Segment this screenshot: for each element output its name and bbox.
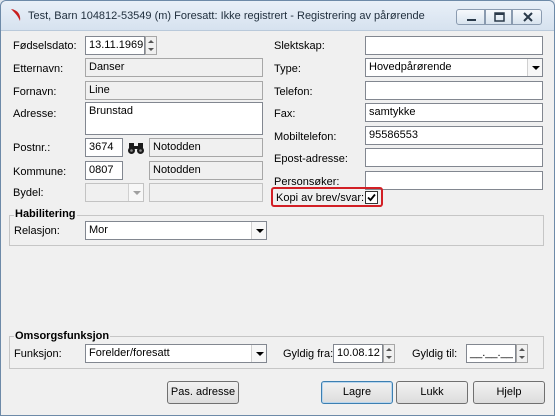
fax-field[interactable]: samtykke — [365, 103, 543, 122]
minimize-button[interactable] — [456, 9, 485, 25]
hjelp-button[interactable]: Hjelp — [473, 381, 545, 404]
omsorgsfunksjon-title: Omsorgsfunksjon — [14, 330, 111, 342]
relasjon-label: Relasjon: — [14, 225, 60, 237]
kommune-label: Kommune: — [13, 166, 67, 178]
mobil-label: Mobiltelefon: — [274, 131, 337, 143]
funksjon-combo[interactable]: Forelder/foresatt — [85, 344, 267, 363]
lukk-button[interactable]: Lukk — [396, 381, 468, 404]
habilitering-title: Habilitering — [14, 208, 77, 220]
chevron-down-icon[interactable] — [251, 222, 266, 239]
postnr-field[interactable]: 3674 — [85, 138, 123, 157]
bydel-label: Bydel: — [13, 187, 44, 199]
gyldig-fra-label: Gyldig fra: — [283, 348, 334, 360]
chevron-down-icon — [128, 184, 143, 201]
chevron-down-icon[interactable] — [251, 345, 266, 362]
kopi-label: Kopi av brev/svar: — [276, 192, 365, 204]
binoculars-icon — [128, 143, 144, 154]
fornavn-label: Fornavn: — [13, 86, 57, 98]
relasjon-combo[interactable]: Mor — [85, 221, 267, 240]
slektskap-label: Slektskap: — [274, 40, 325, 52]
personsoker-field[interactable] — [365, 171, 543, 190]
bydel-combo — [85, 183, 144, 202]
telefon-field[interactable] — [365, 81, 543, 100]
maximize-icon — [494, 12, 505, 22]
kommune-field[interactable]: 0807 — [85, 161, 123, 180]
checkmark-icon — [367, 193, 376, 202]
etternavn-field[interactable]: Danser — [85, 58, 263, 77]
minimize-icon — [467, 19, 476, 21]
bydel-navn-field — [149, 183, 263, 202]
gyldig-fra-spinner[interactable] — [383, 344, 395, 363]
close-icon — [523, 12, 533, 22]
relasjon-value: Mor — [89, 224, 108, 236]
slektskap-field[interactable] — [365, 36, 543, 55]
registration-dialog: Test, Barn 104812-53549 (m) Foresatt: Ik… — [0, 0, 555, 416]
fodselsdato-field[interactable]: 13.11.1969 — [85, 36, 145, 55]
etternavn-label: Etternavn: — [13, 63, 64, 75]
fodselsdato-label: Fødselsdato: — [13, 40, 77, 52]
funksjon-value: Forelder/foresatt — [89, 347, 170, 359]
fornavn-field[interactable]: Line — [85, 81, 263, 100]
chevron-down-icon[interactable] — [527, 59, 542, 76]
fodselsdato-spinner[interactable] — [145, 36, 157, 55]
postnr-lookup-button[interactable] — [125, 138, 147, 158]
window-title: Test, Barn 104812-53549 (m) Foresatt: Ik… — [28, 10, 425, 22]
fax-label: Fax: — [274, 108, 296, 120]
gyldig-fra-field[interactable]: 10.08.12 — [333, 344, 383, 363]
funksjon-label: Funksjon: — [14, 348, 62, 360]
kommune-navn-field[interactable]: Notodden — [149, 161, 263, 180]
gyldig-til-field[interactable]: __.__.__ — [466, 344, 516, 363]
app-icon — [11, 9, 21, 21]
close-button[interactable] — [512, 9, 542, 25]
type-label: Type: — [274, 63, 301, 75]
poststed-field[interactable]: Notodden — [149, 138, 263, 157]
type-combo[interactable]: Hovedpårørende — [365, 58, 543, 77]
pas-adresse-button[interactable]: Pas. adresse — [167, 381, 239, 404]
mobil-field[interactable]: 95586553 — [365, 126, 543, 145]
gyldig-til-label: Gyldig til: — [412, 348, 458, 360]
epost-field[interactable] — [365, 148, 543, 167]
title-bar[interactable]: Test, Barn 104812-53549 (m) Foresatt: Ik… — [1, 1, 554, 31]
epost-label: Epost-adresse: — [274, 153, 348, 165]
telefon-label: Telefon: — [274, 86, 313, 98]
adresse-field[interactable]: Brunstad — [85, 102, 263, 135]
kopi-checkbox[interactable] — [365, 191, 378, 204]
gyldig-til-spinner[interactable] — [516, 344, 528, 363]
adresse-label: Adresse: — [13, 108, 57, 120]
postnr-label: Postnr.: — [13, 142, 51, 154]
type-value: Hovedpårørende — [369, 61, 452, 73]
lagre-button[interactable]: Lagre — [321, 381, 393, 404]
maximize-button[interactable] — [485, 9, 512, 25]
